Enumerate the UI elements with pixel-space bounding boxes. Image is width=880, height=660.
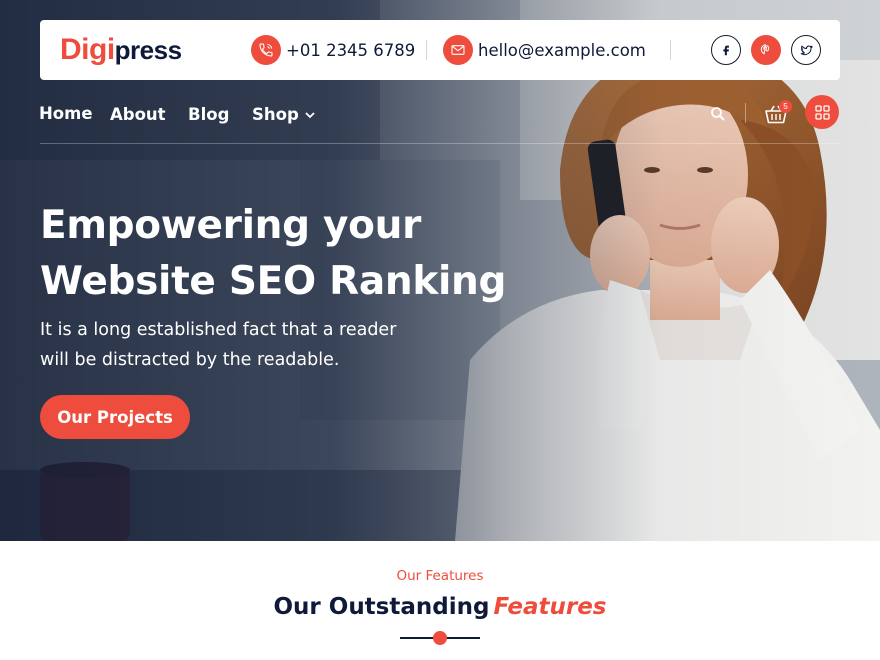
pinterest-icon bbox=[760, 44, 770, 55]
phone-number: +01 2345 6789 bbox=[286, 40, 416, 60]
our-projects-button[interactable]: Our Projects bbox=[40, 395, 190, 439]
pinterest-button[interactable] bbox=[751, 35, 781, 65]
features-divider bbox=[400, 631, 480, 645]
facebook-icon bbox=[723, 45, 729, 56]
cart-count-badge: 5 bbox=[779, 100, 792, 113]
mail-icon bbox=[443, 35, 473, 65]
divider bbox=[426, 40, 427, 60]
nav-underline bbox=[40, 143, 840, 144]
phone-icon bbox=[251, 35, 281, 65]
logo-part-1: Digi bbox=[60, 33, 115, 66]
features-title-accent: Features bbox=[493, 594, 607, 620]
brand-logo[interactable]: Digipress bbox=[60, 33, 182, 67]
features-title-main: Our Outstanding bbox=[273, 594, 490, 620]
nav-shop[interactable]: Shop bbox=[252, 104, 316, 126]
divider-dot bbox=[433, 631, 447, 645]
phone-contact[interactable]: +01 2345 6789 bbox=[251, 35, 415, 65]
hero-title-line-2: Website SEO Ranking bbox=[40, 259, 507, 304]
divider bbox=[670, 40, 671, 60]
email-address: hello@example.com bbox=[478, 40, 646, 60]
twitter-button[interactable] bbox=[791, 35, 821, 65]
nav-home[interactable]: Home bbox=[39, 103, 93, 125]
search-icon[interactable] bbox=[710, 106, 726, 122]
hero-subtitle-line-1: It is a long established fact that a rea… bbox=[40, 320, 397, 340]
top-bar: Digipress +01 2345 6789 hello@example.co… bbox=[40, 20, 840, 80]
grid-menu-icon bbox=[814, 104, 830, 120]
hero-subtitle: It is a long established fact that a rea… bbox=[40, 315, 480, 375]
email-contact[interactable]: hello@example.com bbox=[443, 35, 646, 65]
facebook-button[interactable] bbox=[711, 35, 741, 65]
features-kicker: Our Features bbox=[396, 568, 484, 584]
grid-menu-button[interactable] bbox=[805, 95, 839, 129]
logo-part-2: press bbox=[114, 35, 182, 65]
nav-blog[interactable]: Blog bbox=[188, 104, 229, 126]
nav-divider bbox=[745, 103, 746, 123]
hero-title-line-1: Empowering your bbox=[40, 203, 422, 248]
twitter-icon bbox=[800, 45, 813, 55]
hero-subtitle-line-2: will be distracted by the readable. bbox=[40, 350, 340, 370]
hero-title: Empowering your Website SEO Ranking bbox=[40, 198, 560, 310]
chevron-down-icon bbox=[305, 112, 315, 119]
nav-shop-label: Shop bbox=[252, 105, 299, 124]
features-title: Our Outstanding Features bbox=[0, 594, 880, 620]
nav-about[interactable]: About bbox=[110, 104, 166, 126]
